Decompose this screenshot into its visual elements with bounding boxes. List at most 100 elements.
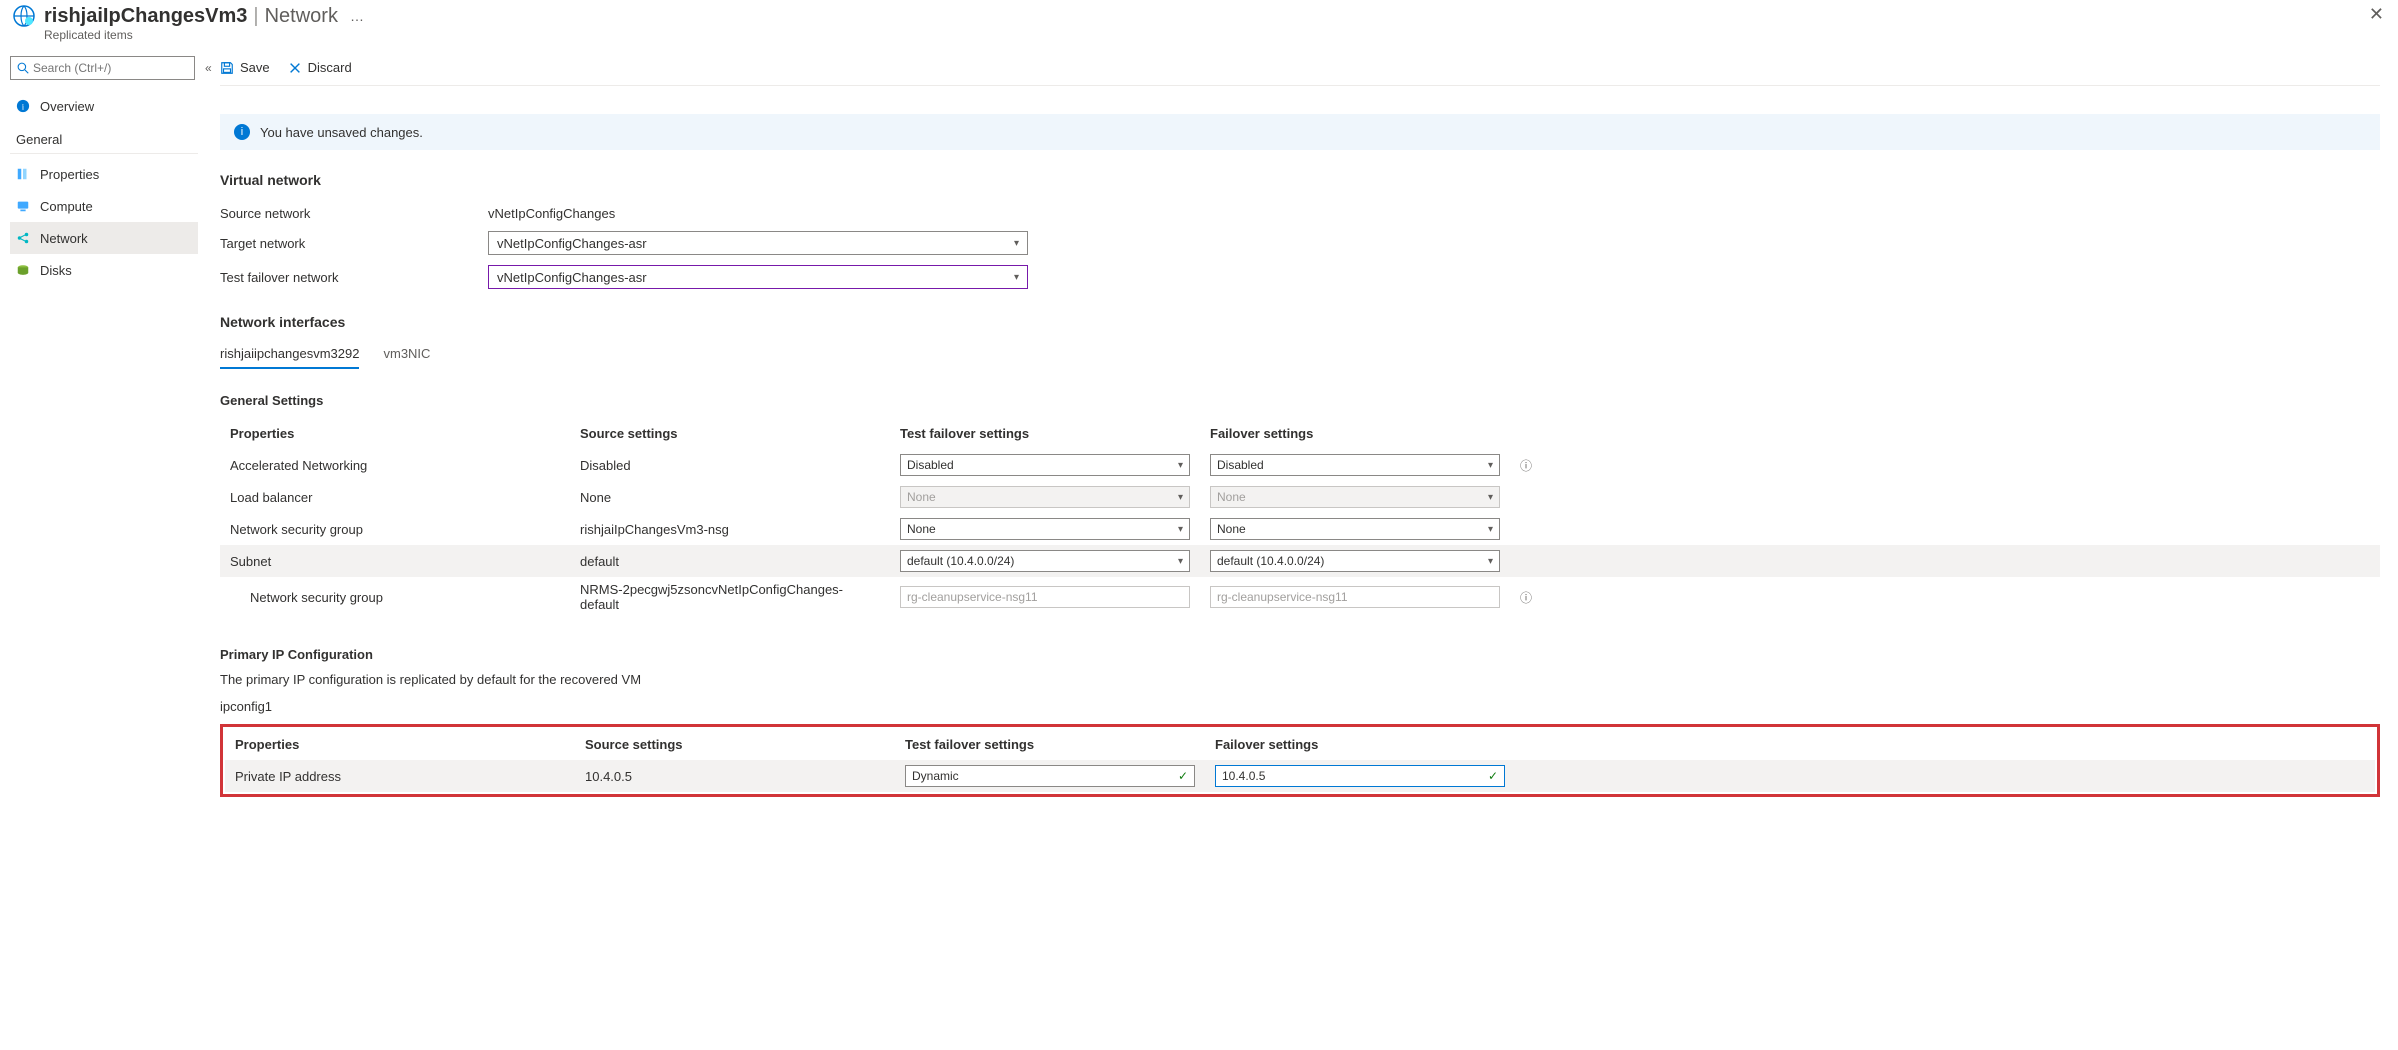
- tfo-network-dropdown[interactable]: vNetIpConfigChanges-asr ▾: [488, 265, 1028, 289]
- close-blade-button[interactable]: ✕: [2369, 4, 2384, 25]
- banner-text: You have unsaved changes.: [260, 125, 423, 140]
- highlight-annotation: Properties Source settings Test failover…: [220, 724, 2380, 797]
- discard-icon: [288, 61, 302, 75]
- chevron-down-icon: ▾: [1488, 556, 1493, 567]
- sidebar-group-general: General: [10, 122, 198, 154]
- section-virtual-network-title: Virtual network: [220, 172, 2380, 188]
- col-source-header: Source settings: [570, 420, 890, 447]
- lb-tfo-dropdown: None▾: [900, 486, 1190, 508]
- row-prop: Accelerated Networking: [220, 455, 570, 476]
- nsg-fo-dropdown[interactable]: None▾: [1210, 518, 1500, 540]
- chevron-down-icon: ▾: [1178, 492, 1183, 503]
- search-input[interactable]: [33, 61, 188, 75]
- dropdown-value: vNetIpConfigChanges-asr: [497, 236, 647, 251]
- sidebar-item-overview[interactable]: i Overview: [10, 90, 198, 122]
- properties-icon: [16, 167, 32, 181]
- disks-icon: [16, 263, 32, 277]
- subnet-fo-dropdown[interactable]: default (10.4.0.0/24)▾: [1210, 550, 1500, 572]
- row-source: 10.4.0.5: [575, 766, 895, 787]
- table-row: Private IP address 10.4.0.5 Dynamic ✓ 10…: [225, 760, 2375, 792]
- check-icon: ✓: [1178, 769, 1188, 783]
- col-prop-header: Properties: [225, 731, 575, 758]
- compute-icon: [16, 199, 32, 213]
- primary-ip-title: Primary IP Configuration: [220, 647, 2380, 662]
- page-title: rishjaiIpChangesVm3: [44, 5, 247, 28]
- chevron-down-icon: ▾: [1488, 460, 1493, 471]
- table-row: Network security group rishjaiIpChangesV…: [220, 513, 2380, 545]
- general-settings-grid: Properties Source settings Test failover…: [220, 418, 2380, 617]
- save-label: Save: [240, 60, 270, 75]
- resource-icon: [12, 4, 36, 28]
- source-network-value: vNetIpConfigChanges: [488, 206, 1028, 221]
- blade-header: rishjaiIpChangesVm3 | Network … ✕: [0, 0, 2398, 28]
- col-fo-header: Failover settings: [1205, 731, 1515, 758]
- nic-tab-0[interactable]: rishjaiipchangesvm3292: [220, 340, 359, 369]
- command-bar: Save Discard: [220, 50, 2380, 86]
- sidebar-search[interactable]: [10, 56, 195, 80]
- chevron-down-icon: ▾: [1488, 492, 1493, 503]
- row-source: Disabled: [570, 455, 890, 476]
- title-separator: |: [253, 5, 258, 28]
- table-row: Load balancer None None▾ None▾: [220, 481, 2380, 513]
- accel-net-fo-dropdown[interactable]: Disabled▾: [1210, 454, 1500, 476]
- row-prop: Private IP address: [225, 766, 575, 787]
- row-prop: Load balancer: [220, 487, 570, 508]
- table-row: Network security group NRMS-2pecgwj5zson…: [220, 577, 2380, 617]
- dropdown-value: vNetIpConfigChanges-asr: [497, 270, 647, 285]
- tfo-network-label: Test failover network: [220, 270, 488, 285]
- sidebar-item-label: Network: [40, 231, 88, 246]
- accel-net-tfo-dropdown[interactable]: Disabled▾: [900, 454, 1190, 476]
- row-prop: Network security group: [220, 519, 570, 540]
- ipconfig-name: ipconfig1: [220, 699, 2380, 714]
- chevron-down-icon: ▾: [1178, 460, 1183, 471]
- chevron-down-icon: ▾: [1014, 238, 1019, 249]
- row-source: NRMS-2pecgwj5zsoncvNetIpConfigChanges-de…: [570, 579, 890, 615]
- row-source: default: [570, 551, 890, 572]
- nsg-tfo-dropdown[interactable]: None▾: [900, 518, 1190, 540]
- sidebar-item-disks[interactable]: Disks: [10, 254, 198, 286]
- discard-label: Discard: [308, 60, 352, 75]
- subnet-nsg-fo-input: rg-cleanupservice-nsg11: [1210, 586, 1500, 608]
- private-ip-fo-input[interactable]: 10.4.0.5 ✓: [1215, 765, 1505, 787]
- primary-ip-subtitle: The primary IP configuration is replicat…: [220, 672, 2380, 687]
- lb-fo-dropdown: None▾: [1210, 486, 1500, 508]
- sidebar-item-properties[interactable]: Properties: [10, 158, 198, 190]
- nic-tab-1[interactable]: vm3NIC: [383, 340, 430, 369]
- subnet-tfo-dropdown[interactable]: default (10.4.0.0/24)▾: [900, 550, 1190, 572]
- unsaved-changes-banner: i You have unsaved changes.: [220, 114, 2380, 150]
- col-prop-header: Properties: [220, 420, 570, 447]
- table-row: Subnet default default (10.4.0.0/24)▾ de…: [220, 545, 2380, 577]
- save-icon: [220, 61, 234, 75]
- sidebar-item-network[interactable]: Network: [10, 222, 198, 254]
- page-subtitle: Network: [265, 5, 338, 28]
- info-icon: i: [234, 124, 250, 140]
- target-network-dropdown[interactable]: vNetIpConfigChanges-asr ▾: [488, 231, 1028, 255]
- col-source-header: Source settings: [575, 731, 895, 758]
- row-prop: Subnet: [220, 551, 570, 572]
- col-fo-header: Failover settings: [1200, 420, 1510, 447]
- sidebar-item-label: Properties: [40, 167, 99, 182]
- source-network-label: Source network: [220, 206, 488, 221]
- sidebar-item-compute[interactable]: Compute: [10, 190, 198, 222]
- discard-button[interactable]: Discard: [288, 60, 352, 75]
- more-actions-button[interactable]: …: [350, 8, 364, 24]
- network-icon: [16, 231, 32, 245]
- primary-ip-grid: Properties Source settings Test failover…: [225, 729, 2375, 792]
- table-row: Accelerated Networking Disabled Disabled…: [220, 449, 2380, 481]
- check-icon: ✓: [1488, 769, 1498, 783]
- chevron-down-icon: ▾: [1178, 524, 1183, 535]
- info-icon[interactable]: ⓘ: [1510, 454, 1534, 477]
- chevron-down-icon: ▾: [1178, 556, 1183, 567]
- sidebar-item-label: Disks: [40, 263, 72, 278]
- row-prop: Network security group: [220, 587, 570, 608]
- chevron-down-icon: ▾: [1488, 524, 1493, 535]
- section-nic-title: Network interfaces: [220, 314, 2380, 330]
- subnet-nsg-tfo-input: rg-cleanupservice-nsg11: [900, 586, 1190, 608]
- target-network-label: Target network: [220, 236, 488, 251]
- breadcrumb[interactable]: Replicated items: [0, 28, 2398, 50]
- info-icon[interactable]: ⓘ: [1510, 586, 1534, 609]
- save-button[interactable]: Save: [220, 60, 270, 75]
- private-ip-tfo-input[interactable]: Dynamic ✓: [905, 765, 1195, 787]
- general-settings-title: General Settings: [220, 393, 2380, 408]
- sidebar: « i Overview General Properties Compute: [0, 50, 202, 1050]
